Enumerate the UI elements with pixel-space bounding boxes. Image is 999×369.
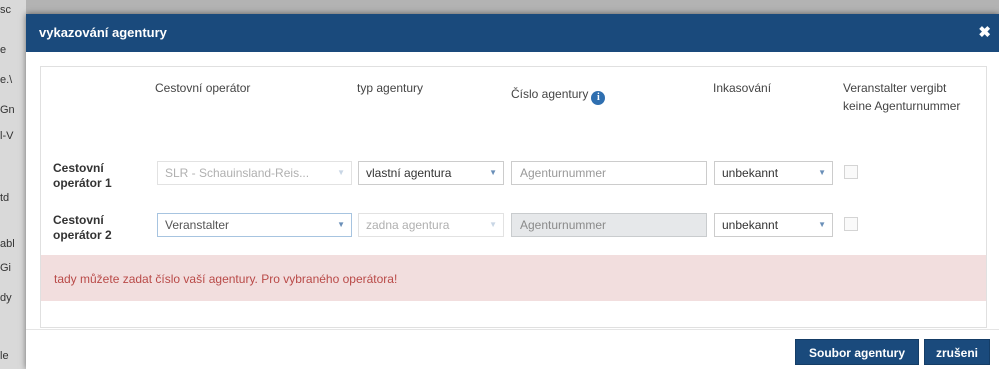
agency-type-select-1[interactable]: vlastní agentura ▼ <box>358 161 504 185</box>
dialog-title: vykazování agentury <box>39 25 167 40</box>
footer-divider <box>26 329 999 330</box>
submit-agency-button[interactable]: Soubor agentury <box>795 339 919 365</box>
chevron-down-icon: ▼ <box>489 168 497 177</box>
column-header-collection: Inkasování <box>713 81 772 95</box>
background-text: td <box>0 192 10 204</box>
agency-dialog: vykazování agentury ✖ Cestovní operátor … <box>26 14 999 369</box>
chevron-down-icon: ▼ <box>818 220 826 229</box>
cancel-button[interactable]: zrušeni <box>924 339 990 365</box>
background-text: e.\ <box>0 74 13 86</box>
column-header-operator: Cestovní operátor <box>155 81 251 95</box>
collection-select-2[interactable]: unbekannt ▼ <box>714 213 833 237</box>
operator-select-2[interactable]: Veranstalter ▼ <box>157 213 352 237</box>
collection-select-1[interactable]: unbekannt ▼ <box>714 161 833 185</box>
background-left-panel: sc e e.\ Gn l-V td abl Gi dy le <box>0 0 26 369</box>
chevron-down-icon: ▼ <box>337 220 345 229</box>
agency-number-input-1[interactable]: Agenturnummer <box>511 161 707 185</box>
no-number-checkbox-1[interactable] <box>844 165 858 179</box>
column-header-no-number: Veranstalter vergibt keine Agenturnummer <box>843 81 961 113</box>
operator-select-1[interactable]: SLR - Schauinsland-Reis... ▼ <box>157 161 352 185</box>
agency-number-input-2[interactable]: Agenturnummer <box>511 213 707 237</box>
close-icon[interactable]: ✖ <box>978 23 991 41</box>
column-header-agency-type: typ agentury <box>357 81 424 95</box>
column-header-agency-number: Číslo agentury i <box>511 85 606 105</box>
background-text: Gn <box>0 104 15 116</box>
chevron-down-icon: ▼ <box>818 168 826 177</box>
chevron-down-icon: ▼ <box>489 220 497 229</box>
background-text: abl <box>0 238 15 250</box>
background-text: dy <box>0 292 12 304</box>
background-text: sc <box>0 4 11 16</box>
info-icon[interactable]: i <box>591 91 606 105</box>
chevron-down-icon: ▼ <box>337 168 345 177</box>
row-label-operator-2: Cestovní operátor 2 <box>53 213 112 242</box>
alert-message: tady můžete zadat číslo vaší agentury. P… <box>41 255 986 301</box>
no-number-checkbox-2[interactable] <box>844 217 858 231</box>
dialog-titlebar: vykazování agentury ✖ <box>26 14 999 52</box>
background-text: e <box>0 44 7 56</box>
background-text: l-V <box>0 130 14 142</box>
row-label-operator-1: Cestovní operátor 1 <box>53 161 112 190</box>
background-header <box>26 0 999 14</box>
background-text: le <box>0 350 9 362</box>
agency-type-select-2[interactable]: zadna agentura ▼ <box>358 213 504 237</box>
agency-form: Cestovní operátor typ agentury Číslo age… <box>40 66 987 328</box>
background-text: Gi <box>0 262 11 274</box>
